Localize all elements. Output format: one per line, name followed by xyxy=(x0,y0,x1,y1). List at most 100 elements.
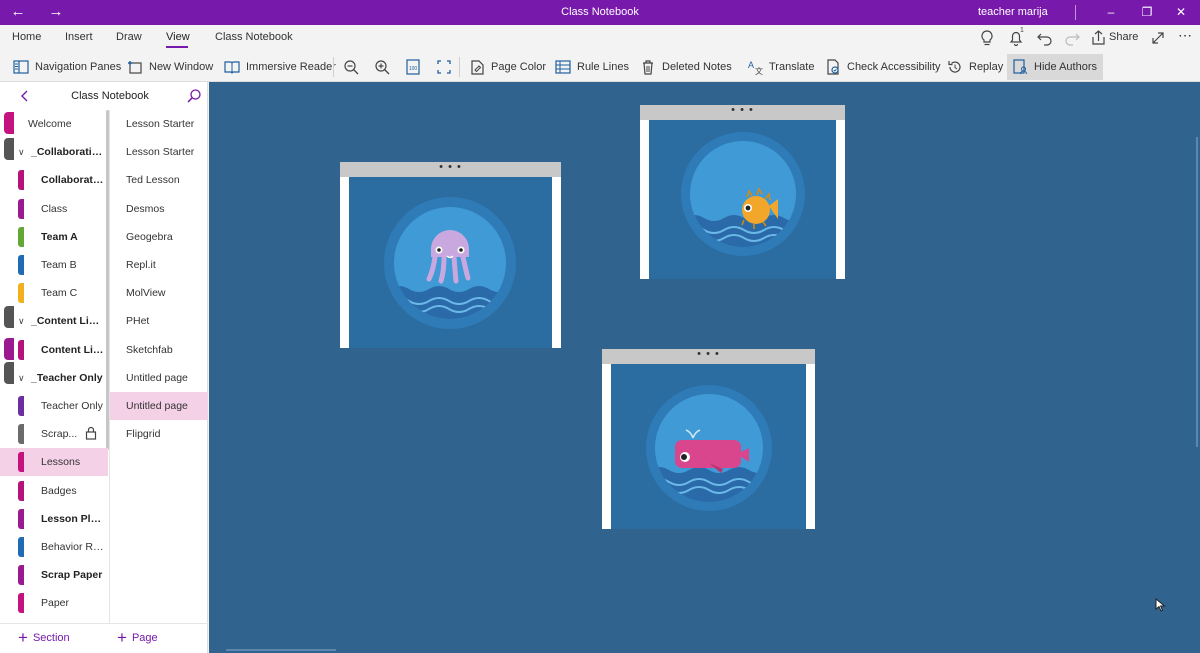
chevron-down-icon[interactable]: ∨ xyxy=(18,316,25,327)
page-item[interactable]: Flipgrid xyxy=(110,420,208,448)
section-color-tab xyxy=(18,565,24,586)
section-item[interactable]: Team B xyxy=(0,251,108,279)
section-item[interactable]: Scrap Paper xyxy=(0,561,108,589)
page-item[interactable]: Sketchfab xyxy=(110,336,208,364)
page-color-button[interactable]: Page Color xyxy=(464,54,550,80)
page-item[interactable]: Geogebra xyxy=(110,223,208,251)
navigation-panes-button[interactable]: Navigation Panes xyxy=(8,54,125,80)
chevron-down-icon[interactable]: ∨ xyxy=(18,147,25,158)
lightbulb-icon[interactable] xyxy=(976,28,998,48)
section-item[interactable]: Welcome xyxy=(0,110,108,138)
translate-button[interactable]: A文 Translate xyxy=(742,54,818,80)
page-canvas[interactable]: • • • • • • • • • xyxy=(209,82,1200,653)
section-label: Team A xyxy=(41,230,78,243)
deleted-notes-button[interactable]: Deleted Notes xyxy=(635,54,736,80)
tab-view[interactable]: View xyxy=(166,31,190,43)
page-label: Ted Lesson xyxy=(126,174,180,187)
pufferfish-card[interactable]: • • • xyxy=(640,105,845,279)
section-group[interactable]: ∨ _Teacher Only xyxy=(0,364,108,392)
section-item[interactable]: Teacher Only xyxy=(0,392,108,420)
section-label: Behavior Records xyxy=(41,541,105,553)
page-item[interactable]: Untitled page xyxy=(110,392,208,420)
zoom-100-icon: 100 xyxy=(406,59,420,75)
canvas-vertical-scrollbar[interactable] xyxy=(1196,137,1198,447)
check-accessibility-button[interactable]: Check Accessibility xyxy=(820,54,945,80)
minimize-button[interactable]: – xyxy=(1092,0,1130,25)
section-item[interactable]: Class xyxy=(0,195,108,223)
card-drag-handle[interactable]: • • • xyxy=(602,349,815,364)
section-item[interactable]: Collaboration Space xyxy=(0,166,108,194)
section-item[interactable]: Content Library xyxy=(0,336,108,364)
tab-draw[interactable]: Draw xyxy=(116,31,142,43)
canvas-horizontal-scrollbar[interactable] xyxy=(226,649,336,651)
section-label: Badges xyxy=(41,484,77,497)
undo-icon[interactable] xyxy=(1034,28,1056,48)
immersive-reader-button[interactable]: Immersive Reader xyxy=(219,54,340,80)
hide-authors-label: Hide Authors xyxy=(1034,61,1097,73)
section-item[interactable]: Team C xyxy=(0,279,108,307)
new-window-button[interactable]: New Window xyxy=(122,54,217,80)
page-item[interactable]: Untitled page xyxy=(110,364,208,392)
restore-button[interactable]: ❐ xyxy=(1128,0,1166,25)
zoom-in-button[interactable] xyxy=(369,54,400,80)
section-item[interactable]: Lesson Plans xyxy=(0,505,108,533)
tab-insert[interactable]: Insert xyxy=(65,31,93,43)
svg-text:文: 文 xyxy=(755,66,763,76)
section-group[interactable]: ∨ _Content Library xyxy=(0,307,108,335)
page-item[interactable]: PHet xyxy=(110,307,208,335)
check-accessibility-label: Check Accessibility xyxy=(847,61,941,73)
zoom-out-icon xyxy=(344,60,359,75)
section-item[interactable]: Paper xyxy=(0,589,108,617)
page-list: Lesson Starter Lesson Starter Ted Lesson De… xyxy=(110,110,208,623)
new-window-label: New Window xyxy=(149,61,214,73)
section-item[interactable]: Behavior Records xyxy=(0,533,108,561)
redo-icon[interactable] xyxy=(1061,28,1083,48)
svg-text:100: 100 xyxy=(409,66,418,72)
page-label: Flipgrid xyxy=(126,428,161,441)
page-item[interactable]: Lesson Starter xyxy=(110,138,208,166)
jellyfish-card[interactable]: • • • xyxy=(340,162,561,348)
section-color-tab xyxy=(18,255,24,275)
page-item[interactable]: MolView xyxy=(110,279,208,307)
rule-lines-button[interactable]: Rule Lines xyxy=(550,54,633,80)
more-options-icon[interactable]: ⋯ xyxy=(1178,27,1193,44)
whale-card[interactable]: • • • xyxy=(602,349,815,529)
add-page-button[interactable]: + Page xyxy=(117,629,158,646)
tab-home[interactable]: Home xyxy=(12,31,41,43)
section-item[interactable]: Badges xyxy=(0,477,108,505)
share-button[interactable]: Share xyxy=(1109,31,1138,43)
notification-count: 1 xyxy=(1020,27,1024,34)
chevron-down-icon[interactable]: ∨ xyxy=(18,373,25,384)
page-width-button[interactable] xyxy=(431,54,462,80)
search-icon[interactable] xyxy=(186,88,202,104)
tab-class-notebook[interactable]: Class Notebook xyxy=(215,31,293,43)
ribbon-divider xyxy=(333,57,334,77)
zoom-100-button[interactable]: 100 xyxy=(400,54,431,80)
section-item[interactable]: Lessons xyxy=(0,448,108,477)
lock-icon xyxy=(85,427,97,440)
hide-authors-button[interactable]: Hide Authors xyxy=(1007,54,1103,80)
section-color-tab xyxy=(18,480,24,501)
section-group[interactable]: ∨ _Collaboration Space xyxy=(0,138,108,166)
card-drag-handle[interactable]: • • • xyxy=(340,162,561,177)
page-item[interactable]: Lesson Starter xyxy=(110,110,208,138)
page-item[interactable]: Ted Lesson xyxy=(110,166,208,194)
page-label: PHet xyxy=(126,315,150,328)
replay-button[interactable]: Replay xyxy=(942,54,1007,80)
trash-icon xyxy=(643,60,653,75)
add-section-button[interactable]: + Section xyxy=(18,629,70,646)
page-color-icon xyxy=(471,60,484,75)
zoom-out-button[interactable] xyxy=(338,54,369,80)
page-item[interactable]: Repl.it xyxy=(110,251,208,279)
mouse-cursor-icon xyxy=(1155,598,1166,612)
nav-footer: + Section + Page xyxy=(0,623,208,653)
section-item[interactable]: Team A xyxy=(0,223,108,251)
section-item[interactable]: Scrap... xyxy=(0,420,108,448)
section-color-tab xyxy=(18,283,24,304)
card-drag-handle[interactable]: • • • xyxy=(640,105,845,120)
page-item[interactable]: Desmos xyxy=(110,195,208,223)
user-name[interactable]: teacher marija xyxy=(978,6,1048,18)
fullscreen-icon[interactable] xyxy=(1147,28,1169,48)
share-icon[interactable] xyxy=(1088,28,1110,48)
close-button[interactable]: ✕ xyxy=(1162,0,1200,25)
